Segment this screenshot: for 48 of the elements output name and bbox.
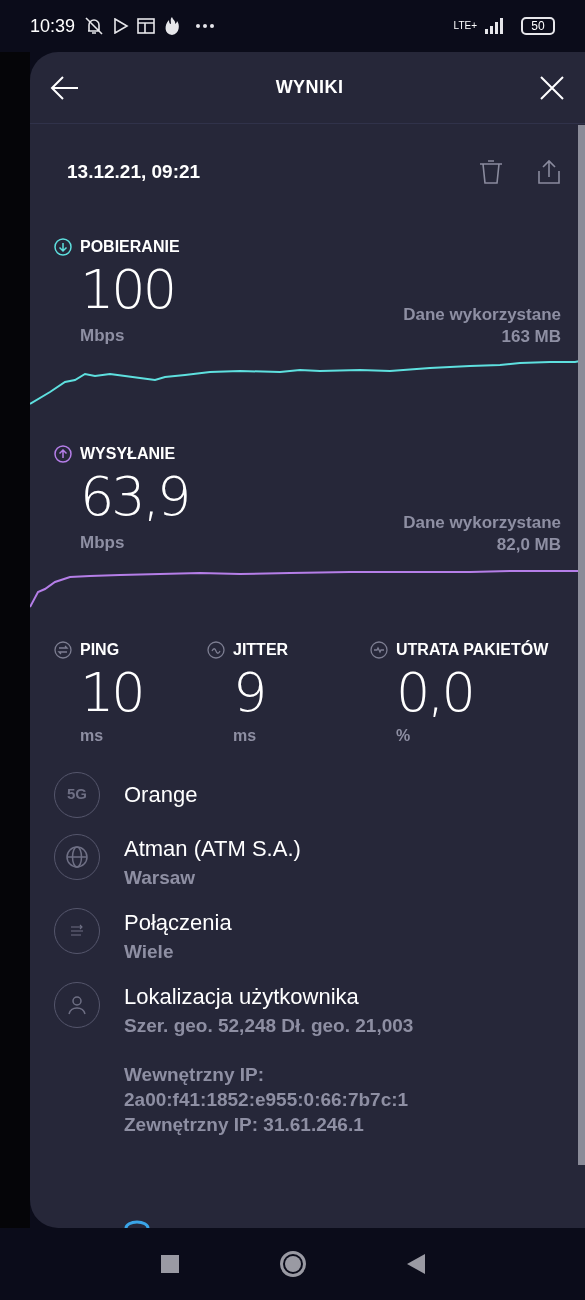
window-icon [137,18,156,34]
clock-time: 10:39 [30,14,76,38]
metric-value: 9 [232,661,266,724]
back-button[interactable] [50,74,80,101]
ip-details: Wewnętrzny IP: 2a00:f41:1852:e955:0:66:7b7c:1 Zewnętrzny IP: 31.61.246.1 [124,1062,410,1137]
result-date: 13.12.21, 09:21 [67,160,201,184]
metric-label: PING [80,639,120,660]
data-used-label: Dane wykorzystane [403,511,561,534]
info-title: Połączenia [124,908,232,937]
arrows-icon [54,640,72,659]
speed-unit: Mbps [80,324,126,347]
battery-level: 50 [521,17,555,35]
metric-unit: ms [79,725,105,746]
metric-value: 10 [79,661,144,724]
metric-label: JITTER [233,639,289,660]
page-title: WYNIKI [275,76,344,99]
signal-icon [485,18,505,34]
back-nav-button[interactable] [406,1254,425,1274]
data-used-value: 82,0 MB [496,533,561,556]
close-button[interactable] [539,74,565,101]
more-icon [195,23,216,29]
info-subtitle: Warsaw [124,865,197,890]
metric-value: 0,0 [395,661,474,724]
share-button[interactable] [537,159,561,186]
pulse-icon [370,640,388,659]
metric-unit: % [395,725,412,746]
scroll-bar[interactable] [578,125,585,1165]
network-type: LTE+ [453,21,477,31]
flame-icon [163,16,182,36]
recents-button[interactable] [160,1255,179,1273]
data-used-label: Dane wykorzystane [403,304,561,326]
home-button[interactable] [279,1251,306,1277]
data-used-value: 163 MB [501,326,561,348]
speed-value: 63,9 [80,466,189,528]
delete-button[interactable] [479,159,503,186]
speed-label: POBIERANIE [80,236,180,257]
speed-unit: Mbps [80,532,126,554]
speed-label: WYSYŁANIE [80,444,176,464]
info-title: Lokalizacja użytkownika [124,982,360,1011]
wave-icon [207,640,225,659]
speed-value: 100 [80,258,175,321]
metric-label: UTRATA PAKIETÓW [396,639,549,660]
info-title: Atman (ATM S.A.) [124,834,301,863]
info-subtitle: Wiele [124,939,175,964]
play-icon [113,18,130,34]
info-title: Orange [124,780,198,809]
info-subtitle: Szer. geo. 52,248 Dł. geo. 21,003 [124,1013,414,1038]
metric-unit: ms [232,725,258,746]
